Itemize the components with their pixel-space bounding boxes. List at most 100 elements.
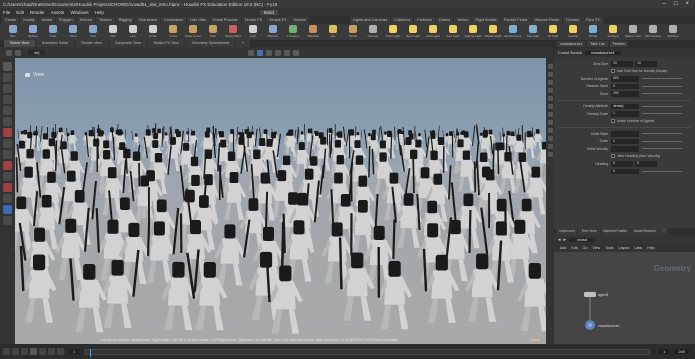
menu-help[interactable]: Help <box>95 10 104 15</box>
shelf-tool-vr-camera[interactable]: VR Camera <box>644 24 662 40</box>
tab-asset-browser[interactable]: Asset Browser <box>631 228 659 235</box>
shelf-tab-constraints[interactable]: Constraints <box>161 17 187 24</box>
parameter-value-field[interactable]: 10 <box>611 61 633 67</box>
camera-icon[interactable] <box>3 150 12 159</box>
maximize-icon[interactable]: □ <box>674 1 678 7</box>
agent-node[interactable] <box>584 292 596 297</box>
pose-tool-icon[interactable] <box>3 117 12 126</box>
parameter-checkbox[interactable] <box>611 154 615 159</box>
jump-end-icon[interactable] <box>57 348 64 355</box>
select-icon[interactable] <box>248 49 255 56</box>
jump-start-icon[interactable] <box>3 348 10 355</box>
shelf-tool-line[interactable]: Line <box>124 24 142 40</box>
shelf-tab-viscous-fluids[interactable]: Viscous Fluids <box>531 17 562 24</box>
shelf-tool-font[interactable]: Font <box>244 24 262 40</box>
menu-edit[interactable]: Edit <box>16 10 24 15</box>
network-path[interactable]: crowd <box>569 237 596 242</box>
play-icon[interactable] <box>39 348 46 355</box>
render-region-icon[interactable] <box>3 139 12 148</box>
shelf-tool-file[interactable]: File <box>324 24 342 40</box>
parameter-value-field[interactable]: 1 <box>611 111 639 117</box>
shelf-tool-switcher[interactable]: Switcher <box>664 24 682 40</box>
parameter-value-field[interactable]: 1 <box>611 138 639 144</box>
parameter-checkbox[interactable] <box>611 69 615 74</box>
network-menu-layout[interactable]: Layout <box>619 246 630 250</box>
menu-render[interactable]: Render <box>30 10 45 15</box>
menu-assets[interactable]: Assets <box>51 10 65 15</box>
playhead[interactable] <box>90 348 92 357</box>
shelf-tool-spot-light[interactable]: Spot Light <box>404 24 422 40</box>
desktop-selector[interactable]: Build <box>259 10 278 15</box>
handle-tool-icon[interactable] <box>3 106 12 115</box>
display-option-icon[interactable] <box>547 88 553 93</box>
shelf-tool-gi-light[interactable]: GI Light <box>544 24 562 40</box>
scene-viewport[interactable]: View Left mouse tumbles. Middle pans. Ri… <box>15 58 546 344</box>
view-tool-icon[interactable] <box>3 128 12 137</box>
light-icon[interactable] <box>3 216 12 225</box>
rotate-tool-icon[interactable] <box>3 84 12 93</box>
parameter-value-field[interactable] <box>611 146 639 152</box>
shelf-tab-particle-fluids[interactable]: Particle Fluids <box>500 17 531 24</box>
shelf-tab-simple-fx[interactable]: Simple FX <box>266 17 290 24</box>
end-frame-field[interactable]: 240 <box>674 349 689 354</box>
back-icon[interactable] <box>6 49 12 56</box>
display-option-icon[interactable] <box>547 72 553 77</box>
shelf-tool-caustic[interactable]: Caustic <box>564 24 582 40</box>
tab-material-palette[interactable]: Material Palette <box>600 228 631 235</box>
network-menu-help[interactable]: Help <box>647 246 654 250</box>
display-option-icon[interactable] <box>547 120 553 125</box>
display-icon[interactable] <box>293 49 300 56</box>
network-menu-tools[interactable]: Tools <box>605 246 613 250</box>
display-option-icon[interactable] <box>547 96 553 101</box>
shelf-tab-particles[interactable]: Particles <box>414 17 435 24</box>
tab-obj-crowd[interactable]: /obj/crowd <box>556 228 578 235</box>
shelf-tab-modify[interactable]: Modify <box>20 17 38 24</box>
back-icon[interactable]: ◂ <box>558 237 561 243</box>
lock-icon[interactable] <box>3 205 12 214</box>
network-menu-go[interactable]: Go <box>583 246 588 250</box>
menu-windows[interactable]: Windows <box>70 10 88 15</box>
shelf-tool-grid[interactable]: Grid <box>84 24 102 40</box>
parameter-slider[interactable] <box>642 148 682 150</box>
stop-icon[interactable] <box>30 348 37 355</box>
parameter-value-field[interactable] <box>611 131 639 137</box>
tab-motion-fx-view[interactable]: Motion FX View <box>147 40 185 47</box>
shelf-tool-geo-light[interactable]: Geo Light <box>444 24 462 40</box>
display-option-icon[interactable] <box>547 80 553 85</box>
flipbook-icon[interactable] <box>3 161 12 170</box>
timeline-bar[interactable] <box>85 348 651 357</box>
parameter-slider[interactable] <box>642 78 682 80</box>
shelf-tab-oceans[interactable]: Oceans <box>562 17 583 24</box>
step-back-icon[interactable] <box>12 348 19 355</box>
tab-perform[interactable]: Perform <box>609 41 629 47</box>
viewport-path[interactable]: obj <box>28 50 46 55</box>
display-option-icon[interactable] <box>547 152 553 157</box>
shelf-tool-curve[interactable]: Curve <box>164 24 182 40</box>
display-option-icon[interactable] <box>547 64 553 69</box>
parameter-slider[interactable] <box>642 85 682 87</box>
shelf-tool-spray-paint[interactable]: Spray Paint <box>224 24 242 40</box>
shelf-tool-portal[interactable]: Portal <box>584 24 602 40</box>
shelf-tab-create[interactable]: Create <box>2 17 20 24</box>
parameter-value-field[interactable]: 0 <box>635 161 657 167</box>
tab-geometry-spreadsheet[interactable]: Geometry Spreadsheet <box>185 40 235 47</box>
close-icon[interactable]: × <box>685 1 689 7</box>
shelf-tool-sphere[interactable]: Sphere <box>24 24 42 40</box>
parameter-slider[interactable] <box>642 105 682 107</box>
magnet-red-icon[interactable] <box>3 183 12 192</box>
shelf-tool-area-light[interactable]: Area Light <box>424 24 442 40</box>
parameter-value-field[interactable]: density <box>611 103 639 109</box>
shelf-tool-camera[interactable]: Camera <box>364 24 382 40</box>
parameter-slider[interactable] <box>642 140 682 142</box>
parameter-value-field[interactable]: 0 <box>611 83 639 89</box>
tab-scene-view[interactable]: Scene View <box>4 40 35 47</box>
shelf-tool-circle[interactable]: Circle <box>144 24 162 40</box>
start-frame-field[interactable]: 1 <box>659 349 670 354</box>
forward-icon[interactable] <box>15 49 21 56</box>
display-option-icon[interactable] <box>547 144 553 149</box>
shelf-tool-draw-curve[interactable]: Draw Curve <box>184 24 202 40</box>
step-forward-icon[interactable] <box>48 348 55 355</box>
scale-tool-icon[interactable] <box>3 95 12 104</box>
shelf-tab-characters[interactable]: Characters <box>135 17 161 24</box>
tab-[interactable]: + <box>235 40 251 47</box>
